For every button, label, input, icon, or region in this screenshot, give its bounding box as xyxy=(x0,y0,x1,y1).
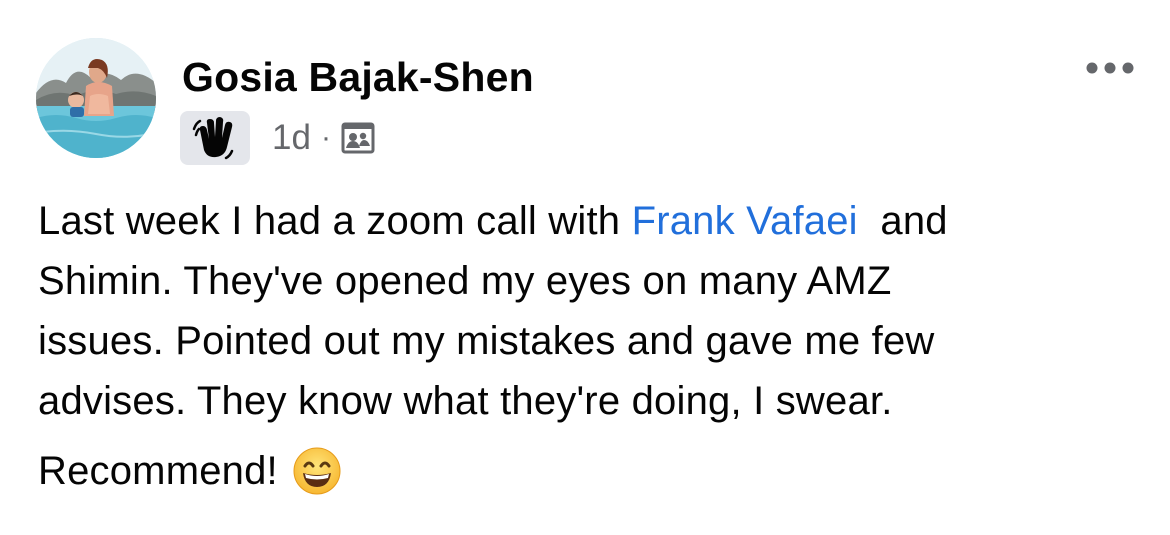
post-text-segment: and xyxy=(857,199,948,243)
post-text: Last week I had a zoom call with Frank V… xyxy=(38,191,1148,501)
mention-link[interactable]: Frank Vafaei xyxy=(632,199,858,243)
avatar-photo xyxy=(36,38,156,158)
post-line: advises. They know what they're doing, I… xyxy=(38,379,893,423)
avatar[interactable] xyxy=(36,38,156,158)
post-card: Gosia Bajak-Shen 1d · Last week I had a … xyxy=(0,0,1170,535)
post-timestamp[interactable]: 1d xyxy=(272,118,311,158)
post-meta: 1d · xyxy=(180,110,375,166)
grinning-face-emoji-icon xyxy=(292,446,342,496)
recommend-text: Recommend! xyxy=(38,449,278,493)
meta-separator: · xyxy=(320,121,331,154)
more-options-icon xyxy=(1086,62,1134,74)
more-options-button[interactable] xyxy=(1082,48,1138,88)
friends-audience-icon[interactable] xyxy=(341,121,375,155)
post-line: issues. Pointed out my mistakes and gave… xyxy=(38,319,935,363)
post-line: Last week I had a zoom call with Frank V… xyxy=(38,191,1148,251)
waving-hand-badge[interactable] xyxy=(180,111,250,165)
waving-hand-icon xyxy=(192,117,234,160)
author-name[interactable]: Gosia Bajak-Shen xyxy=(182,54,534,101)
post-text-segment: Last week I had a zoom call with xyxy=(38,199,632,243)
post-line: Shimin. They've opened my eyes on many A… xyxy=(38,259,892,303)
post-closing-line: Recommend! xyxy=(38,441,1148,501)
